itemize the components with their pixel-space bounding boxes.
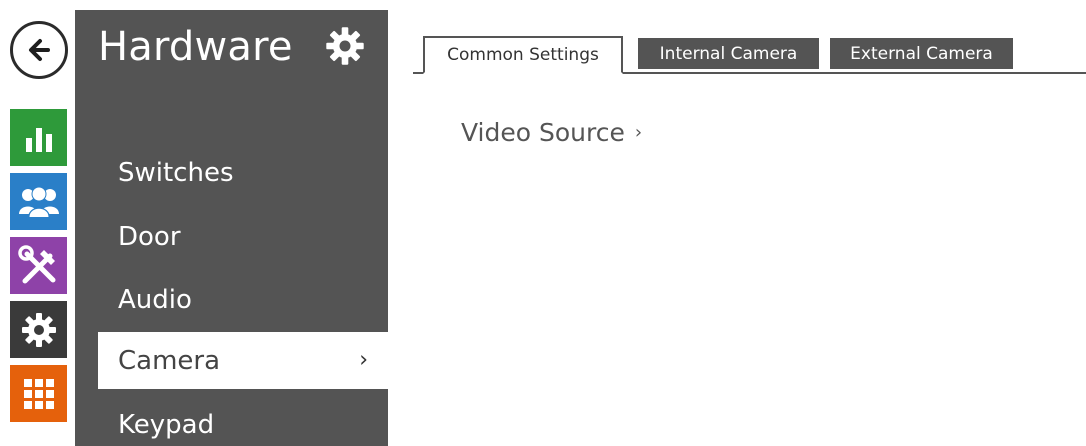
video-source-label: Video Source: [461, 118, 625, 147]
nav-status-tile[interactable]: [10, 109, 67, 166]
sidebar-item-label: Camera: [118, 345, 221, 376]
tab-label: Internal Camera: [659, 43, 798, 64]
tab-external-camera[interactable]: External Camera: [830, 38, 1013, 69]
bar-chart-icon: [25, 127, 52, 152]
page-title: Hardware: [98, 24, 293, 70]
tab-common-settings[interactable]: Common Settings: [423, 36, 623, 74]
nav-system-tile[interactable]: [10, 365, 67, 422]
arrow-left-icon: [29, 39, 50, 61]
sidebar-item-switches[interactable]: Switches: [75, 144, 388, 201]
tab-label: Common Settings: [447, 45, 599, 65]
nav-users-tile[interactable]: [10, 173, 67, 230]
tab-internal-camera[interactable]: Internal Camera: [638, 38, 819, 69]
tab-label: External Camera: [850, 43, 993, 64]
nav-services-tile[interactable]: [10, 237, 67, 294]
sidebar-item-keypad[interactable]: Keypad: [75, 396, 388, 446]
video-source-link[interactable]: Video Source ›: [461, 118, 642, 147]
sidebar: Hardware Switches Door Audio Camera › Ke…: [75, 10, 388, 446]
sidebar-item-label: Switches: [118, 157, 234, 188]
chevron-right-icon: ›: [634, 122, 643, 143]
chevron-right-icon: ›: [359, 346, 368, 372]
sidebar-item-label: Keypad: [118, 409, 215, 440]
sidebar-item-audio[interactable]: Audio: [75, 271, 388, 328]
back-button[interactable]: [10, 21, 68, 79]
gear-icon[interactable]: [323, 24, 367, 68]
sidebar-item-door[interactable]: Door: [75, 208, 388, 265]
gear-icon: [21, 312, 56, 347]
users-icon: [18, 186, 59, 218]
tools-icon: [17, 244, 55, 283]
sidebar-item-label: Door: [118, 221, 181, 252]
grid-icon: [23, 378, 54, 409]
sidebar-item-label: Audio: [118, 284, 192, 315]
nav-hardware-tile[interactable]: [10, 301, 67, 358]
sidebar-item-camera[interactable]: Camera ›: [98, 332, 388, 389]
